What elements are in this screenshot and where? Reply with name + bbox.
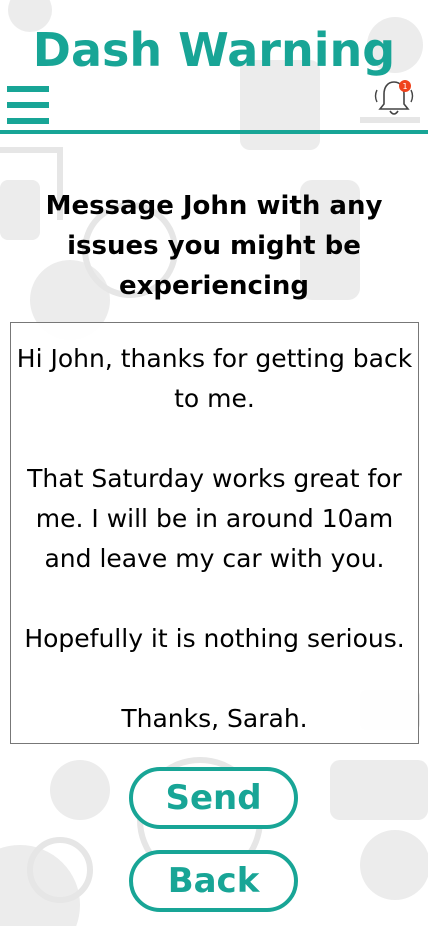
back-button[interactable]: Back	[129, 850, 298, 912]
header-divider	[0, 130, 428, 134]
message-textarea[interactable]: Hi John, thanks for getting back to me. …	[10, 322, 419, 744]
message-line: That Saturday works great for me. I will…	[27, 464, 402, 573]
bell-icon: 1	[374, 80, 414, 115]
notification-count-badge: 1	[402, 82, 407, 91]
message-prompt: Message John with any issues you might b…	[45, 191, 383, 301]
hamburger-menu-icon[interactable]	[7, 86, 49, 124]
notification-bell-button[interactable]: 1	[372, 78, 416, 120]
send-button[interactable]: Send	[129, 767, 298, 829]
app-title: Dash Warning	[32, 23, 396, 77]
message-line: Hopefully it is nothing serious.	[24, 624, 405, 653]
message-line: Thanks, Sarah.	[121, 704, 308, 733]
message-line: Hi John, thanks for getting back to me.	[16, 344, 413, 413]
